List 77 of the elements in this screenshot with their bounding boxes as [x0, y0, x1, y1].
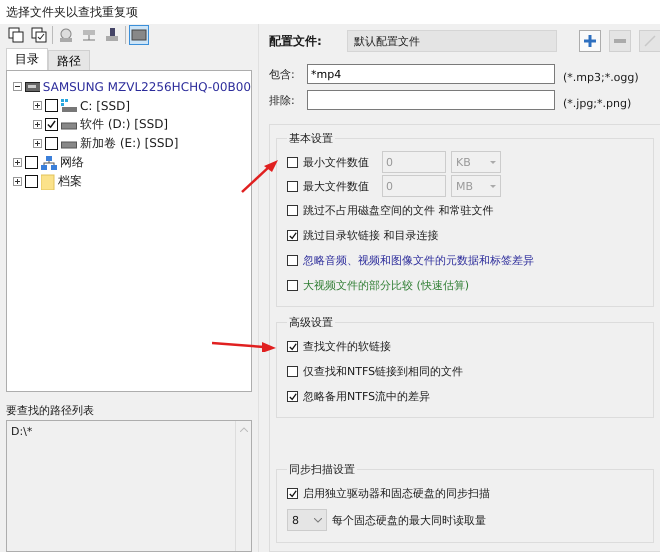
checkbox[interactable] — [287, 255, 298, 266]
path-list-label: 要查找的路径列表 — [6, 403, 95, 418]
drive-icon — [61, 138, 77, 148]
checkbox[interactable] — [45, 137, 58, 150]
system-drive-icon — [61, 98, 77, 112]
checkbox[interactable] — [287, 391, 298, 402]
expand-toggle[interactable] — [13, 158, 22, 167]
checkbox-label[interactable]: 启用独立驱动器和固态硬盘的同步扫描 — [303, 486, 490, 501]
checkmark-icon — [288, 490, 296, 498]
filter-field[interactable]: *mp4 — [307, 64, 555, 84]
window-title: 选择文件夹以查找重复项 — [0, 0, 660, 24]
checkbox-copy-icon — [31, 27, 47, 43]
annotation-arrow — [212, 340, 276, 352]
folder-icon — [41, 174, 55, 190]
checkbox-label[interactable]: 大视频文件的部分比较 (快速估算) — [303, 278, 470, 293]
annotation-arrow — [240, 158, 280, 194]
expand-toggle[interactable] — [33, 139, 42, 148]
dropdown-arrow-icon — [490, 160, 496, 164]
checkbox-label[interactable]: 查找文件的软链接 — [303, 339, 391, 354]
filter-hint: (*.jpg;*.png) — [563, 96, 632, 110]
checkbox-label[interactable]: 跳过目录软链接 和目录连接 — [303, 228, 438, 243]
network-icon — [41, 154, 57, 170]
count-dropdown[interactable]: 8 — [287, 509, 327, 531]
network-drive-icon — [81, 27, 97, 43]
tree-item[interactable]: SAMSUNG MZVL2256HCHQ-00B00 — [42, 80, 251, 94]
toolbar-button[interactable] — [6, 25, 26, 45]
expand-toggle[interactable] — [33, 101, 42, 110]
minus-icon — [614, 39, 626, 43]
checkbox[interactable] — [45, 118, 58, 131]
checkbox[interactable] — [287, 341, 298, 352]
checkbox[interactable] — [25, 156, 38, 169]
tree-item[interactable]: 网络 — [60, 154, 84, 171]
drive-icon — [104, 27, 120, 43]
filter-field[interactable] — [307, 90, 555, 110]
checkbox[interactable] — [287, 488, 298, 499]
checkmark-icon — [288, 342, 296, 350]
filter-hint: (*.mp3;*.ogg) — [563, 70, 639, 84]
filter-label: 包含: — [269, 66, 296, 82]
path-item[interactable]: D:\* — [11, 425, 32, 438]
dropdown-arrow-icon — [490, 184, 496, 188]
checkbox[interactable] — [45, 99, 58, 112]
filter-label: 排除: — [269, 92, 296, 108]
checkbox[interactable] — [287, 230, 298, 241]
count-label: 每个固态硬盘的最大同时读取量 — [332, 512, 486, 528]
tree-item[interactable]: 软件 (D:) [SSD] — [80, 116, 168, 133]
plus-icon — [584, 35, 596, 47]
checkbox[interactable] — [25, 175, 38, 188]
checkmark-icon — [288, 232, 296, 240]
group-title: 基本设置 — [288, 131, 334, 146]
expand-toggle[interactable] — [33, 120, 42, 129]
disc-drive-icon — [58, 27, 74, 43]
checkbox-label[interactable]: 忽略备用NTFS流中的差异 — [303, 389, 430, 404]
profile-field[interactable]: 默认配置文件 — [347, 30, 557, 52]
tree-item[interactable]: C: [SSD] — [80, 98, 130, 112]
tab[interactable]: 路径 — [48, 50, 90, 70]
expand-toggle[interactable] — [13, 177, 22, 186]
checkmark-icon — [288, 392, 296, 400]
group-title: 高级设置 — [288, 315, 334, 330]
checkbox-label[interactable]: 跳过不占用磁盘空间的文件 和常驻文件 — [303, 203, 494, 218]
checkbox[interactable] — [287, 205, 298, 216]
copy-icon — [8, 27, 24, 43]
profile-label: 配置文件: — [269, 32, 323, 50]
drive-icon — [61, 120, 77, 130]
checkmark-icon — [47, 120, 56, 129]
tree-item[interactable]: 档案 — [58, 173, 82, 190]
expand-toggle[interactable] — [13, 82, 22, 91]
checkbox[interactable] — [287, 366, 298, 377]
tree-item[interactable]: 新加卷 (E:) [SSD] — [80, 135, 178, 152]
toolbar-button[interactable] — [29, 25, 49, 45]
group-title: 同步扫描设置 — [288, 462, 356, 477]
add-button[interactable] — [579, 30, 601, 52]
tab[interactable]: 目录 — [6, 48, 48, 70]
pencil-icon — [644, 35, 656, 47]
checkbox[interactable] — [287, 280, 298, 291]
checkbox-label[interactable]: 忽略音频、视频和图像文件的元数据和标签差异 — [303, 253, 534, 268]
checkbox-label[interactable]: 仅查找和NTFS链接到相同的文件 — [303, 364, 464, 379]
toolbar-button[interactable] — [129, 25, 149, 45]
